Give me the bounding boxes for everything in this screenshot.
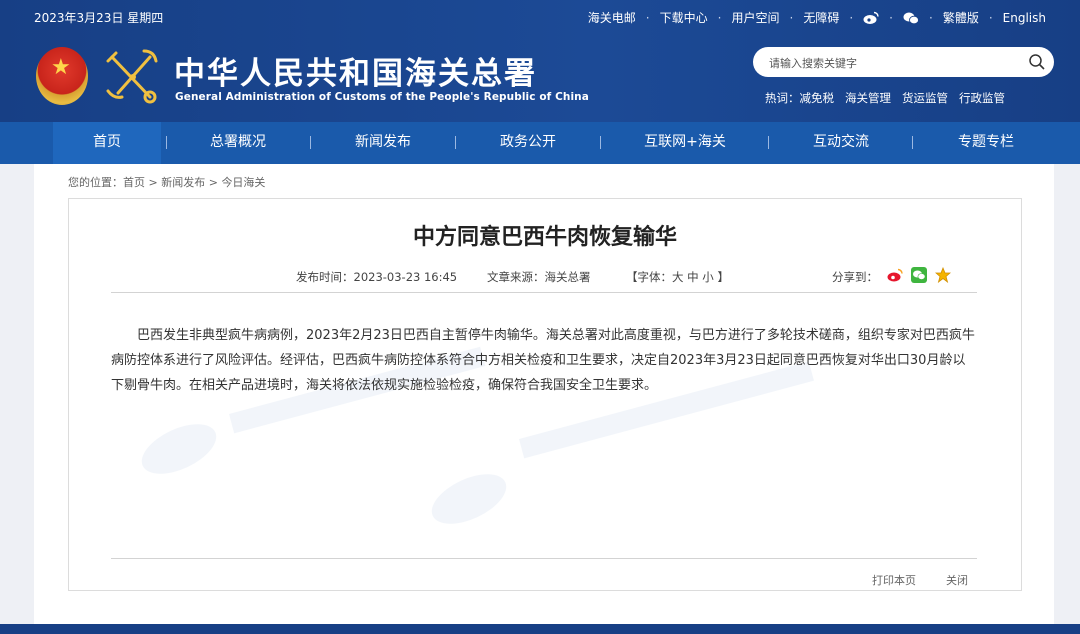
link-traditional-chinese[interactable]: 繁體版	[943, 9, 979, 26]
nav-divider	[768, 136, 769, 149]
hot-keyword[interactable]: 海关管理	[845, 90, 891, 106]
nav-divider	[166, 136, 167, 149]
font-size-options[interactable]: 【字体：大 中 小 】	[626, 269, 729, 285]
site-subtitle: General Administration of Customs of the…	[175, 91, 589, 103]
hot-label: 热词：	[765, 91, 800, 105]
wechat-icon[interactable]	[911, 267, 927, 283]
search-input[interactable]: 请输入搜索关键字	[769, 55, 857, 71]
customs-logo-icon[interactable]	[104, 47, 162, 107]
star-icon[interactable]	[934, 266, 952, 284]
close-button[interactable]: 关闭	[946, 572, 968, 588]
breadcrumb-today[interactable]: 今日海关	[221, 176, 265, 189]
separator: ·	[789, 10, 794, 25]
site-header: 2023年3月23日 星期四 海关电邮 · 下载中心 · 用户空间 · 无障碍 …	[0, 0, 1080, 122]
main-nav: 首页 总署概况 新闻发布 政务公开 互联网+海关 互动交流 专题专栏	[0, 122, 1080, 166]
nav-home[interactable]: 首页	[53, 122, 161, 166]
hot-keywords: 热词： 减免税 海关管理 货运监管 行政监管	[765, 90, 1016, 106]
nav-divider	[310, 136, 311, 149]
search-box[interactable]: 请输入搜索关键字	[753, 47, 1054, 77]
nav-divider	[600, 136, 601, 149]
nav-overview[interactable]: 总署概况	[188, 122, 288, 164]
article-body: 巴西发生非典型疯牛病病例，2023年2月23日巴西自主暂停牛肉输华。海关总署对此…	[111, 328, 975, 393]
link-downloads[interactable]: 下载中心	[660, 9, 708, 26]
link-english[interactable]: English	[1003, 11, 1046, 25]
breadcrumb-prefix: 您的位置：	[68, 176, 123, 189]
hot-keyword[interactable]: 行政监管	[959, 90, 1005, 106]
divider	[111, 292, 977, 293]
article-source: 文章来源：海关总署	[487, 270, 591, 284]
link-accessibility[interactable]: 无障碍	[803, 9, 839, 26]
national-emblem-icon	[36, 47, 88, 105]
current-date: 2023年3月23日 星期四	[34, 11, 164, 25]
nav-divider	[912, 136, 913, 149]
separator: ·	[849, 10, 854, 25]
breadcrumb-home[interactable]: 首页	[123, 176, 145, 189]
search-icon[interactable]	[1028, 53, 1046, 71]
breadcrumb: 您的位置：首页 > 新闻发布 > 今日海关	[68, 174, 265, 190]
nav-news[interactable]: 新闻发布	[333, 122, 433, 164]
breadcrumb-separator: >	[148, 176, 158, 189]
share-label: 分享到：	[832, 270, 878, 284]
separator: ·	[988, 10, 993, 25]
separator: ·	[645, 10, 650, 25]
separator: ·	[889, 10, 893, 25]
nav-internet-customs[interactable]: 互联网+海关	[620, 122, 750, 164]
publish-time: 发布时间：2023-03-23 16:45	[296, 270, 458, 284]
footer-bar	[0, 624, 1080, 634]
nav-special-topics[interactable]: 专题专栏	[935, 122, 1037, 164]
separator: ·	[928, 10, 933, 25]
nav-government-affairs[interactable]: 政务公开	[478, 122, 578, 164]
nav-divider	[455, 136, 456, 149]
hot-keyword[interactable]: 货运监管	[902, 90, 948, 106]
divider	[111, 558, 977, 559]
top-links: 海关电邮 · 下载中心 · 用户空间 · 无障碍 · · · 繁體版 · Eng…	[588, 9, 1046, 26]
separator: ·	[717, 10, 722, 25]
weibo-icon[interactable]	[863, 11, 879, 25]
weibo-icon[interactable]	[887, 267, 903, 283]
link-user-space[interactable]: 用户空间	[731, 9, 779, 26]
site-title[interactable]: 中华人民共和国海关总署	[174, 48, 537, 93]
article-title: 中方同意巴西牛肉恢复输华	[412, 225, 677, 250]
hot-keyword[interactable]: 减免税	[800, 90, 835, 106]
link-email[interactable]: 海关电邮	[588, 9, 636, 26]
breadcrumb-news[interactable]: 新闻发布	[161, 176, 205, 189]
wechat-icon[interactable]	[903, 11, 919, 25]
article-container: 中方同意巴西牛肉恢复输华 发布时间：2023-03-23 16:45 文章来源：…	[68, 198, 1022, 591]
print-button[interactable]: 打印本页	[872, 572, 916, 588]
breadcrumb-separator: >	[208, 176, 218, 189]
nav-interaction[interactable]: 互动交流	[790, 122, 892, 164]
